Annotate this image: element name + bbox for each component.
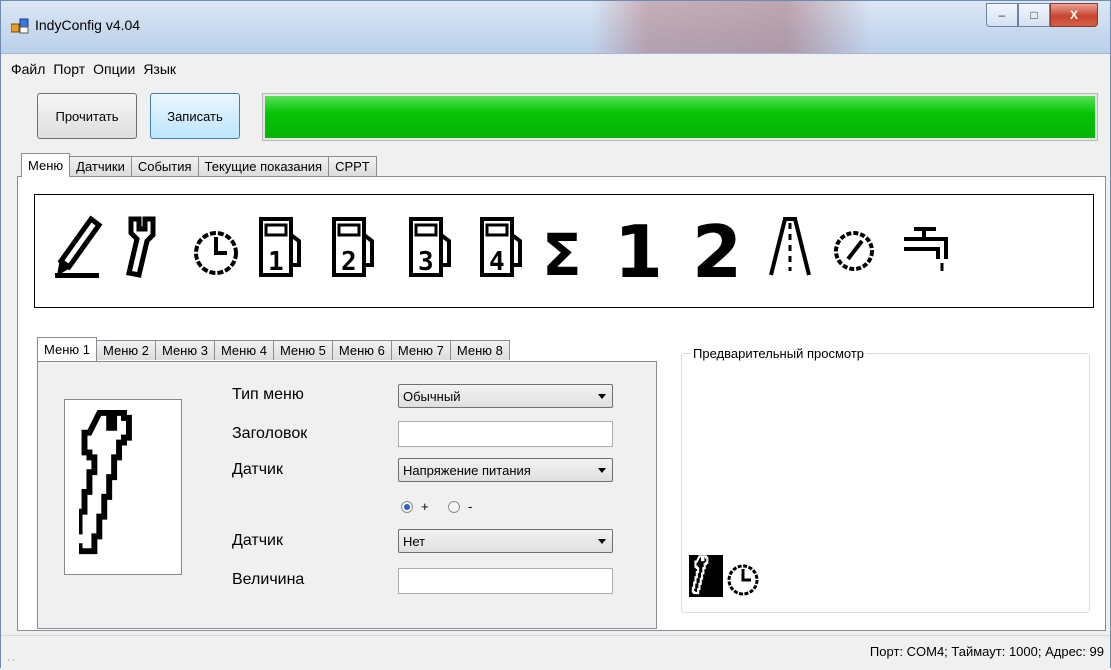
menu-icon-preview[interactable]: [64, 399, 182, 575]
resize-grip-icon[interactable]: ⠄⠄: [7, 654, 18, 663]
app-window: IndyConfig v4.04 ‒ □ X Файл Порт Опции Я…: [0, 0, 1111, 670]
svg-text:Σ: Σ: [542, 221, 582, 279]
tab-current-readings[interactable]: Текущие показания: [197, 156, 330, 176]
write-button[interactable]: Записать: [150, 93, 240, 139]
sign-plus-label: +: [421, 499, 429, 514]
menu-subtabs: Меню 1 Меню 2 Меню 3 Меню 4 Меню 5 Меню …: [37, 337, 510, 361]
status-bar: ⠄⠄ Порт: COM4; Таймаут: 1000; Адрес: 99: [1, 635, 1110, 670]
sensor-2-select[interactable]: Нет: [398, 529, 613, 553]
chevron-down-icon: [598, 539, 606, 544]
sensor-1-value: Напряжение питания: [403, 462, 531, 478]
sensor-2-label: Датчик: [232, 532, 283, 549]
menu-language[interactable]: Язык: [139, 61, 180, 77]
sensor-1-label: Датчик: [232, 461, 283, 478]
svg-text:4: 4: [489, 247, 505, 277]
clock-icon[interactable]: [191, 215, 241, 279]
sensor-1-select[interactable]: Напряжение питания: [398, 458, 613, 482]
menu-type-value: Обычный: [403, 388, 461, 404]
value-input[interactable]: [398, 568, 613, 594]
close-button[interactable]: X: [1050, 3, 1098, 27]
tab-menu-4[interactable]: Меню 4: [213, 340, 274, 360]
menu-bar: Файл Порт Опции Язык: [1, 56, 180, 82]
tab-menu-2[interactable]: Меню 2: [95, 340, 156, 360]
title-bar: IndyConfig v4.04 ‒ □ X: [1, 1, 1110, 54]
read-button[interactable]: Прочитать: [37, 93, 137, 139]
menu-type-select[interactable]: Обычный: [398, 384, 613, 408]
chevron-down-icon: [598, 394, 606, 399]
svg-text:1: 1: [268, 247, 284, 277]
icon-strip: 1 2 3 4 Σ 1 2: [34, 194, 1094, 308]
tab-sensors[interactable]: Датчики: [69, 156, 132, 176]
tab-menu-6[interactable]: Меню 6: [331, 340, 392, 360]
sigma-icon[interactable]: Σ: [540, 215, 584, 279]
maximize-button[interactable]: □: [1018, 3, 1050, 27]
svg-text:3: 3: [418, 247, 434, 277]
wrench-icon[interactable]: [125, 215, 169, 279]
title-label: Заголовок: [232, 425, 308, 442]
progress-bar: [262, 93, 1098, 141]
fuel-pump-1-icon[interactable]: 1: [257, 215, 305, 279]
svg-text:2: 2: [341, 247, 357, 277]
tab-menu-8[interactable]: Меню 8: [449, 340, 510, 360]
title-input[interactable]: [398, 421, 613, 447]
sign-minus-label: -: [468, 499, 473, 514]
fuel-pump-2-icon[interactable]: 2: [330, 215, 378, 279]
status-text: Порт: COM4; Таймаут: 1000; Адрес: 99: [869, 644, 1104, 659]
digit-1-icon[interactable]: 1: [610, 215, 658, 279]
window-title: IndyConfig v4.04: [35, 17, 141, 33]
tab-menu-7[interactable]: Меню 7: [390, 340, 451, 360]
fuel-pump-3-icon[interactable]: 3: [407, 215, 455, 279]
digit-2-icon[interactable]: 2: [690, 215, 750, 279]
app-icon: [11, 18, 29, 34]
menu-type-label: Тип меню: [232, 386, 304, 403]
svg-text:2: 2: [692, 215, 742, 279]
sign-plus-radio[interactable]: [401, 501, 413, 513]
fuel-pump-4-icon[interactable]: 4: [478, 215, 526, 279]
tab-menu[interactable]: Меню: [21, 153, 71, 177]
tab-events[interactable]: События: [130, 156, 199, 176]
menu-file[interactable]: Файл: [7, 61, 49, 77]
wrench-icon: [79, 409, 132, 555]
value-label: Величина: [232, 571, 305, 588]
menu-options[interactable]: Опции: [89, 61, 139, 77]
preview-title: Предварительный просмотр: [691, 346, 867, 361]
sensor-2-value: Нет: [403, 533, 426, 549]
tab-menu-1[interactable]: Меню 1: [37, 337, 97, 361]
faucet-icon[interactable]: [900, 215, 956, 279]
sign-minus-radio[interactable]: [448, 501, 460, 513]
tab-cppt[interactable]: CPPT: [328, 156, 377, 176]
road-icon[interactable]: [765, 215, 815, 279]
main-tabs: Меню Датчики События Текущие показания C…: [21, 153, 377, 177]
svg-text:1: 1: [614, 215, 658, 279]
chevron-down-icon: [598, 468, 606, 473]
tab-menu-3[interactable]: Меню 3: [154, 340, 215, 360]
minimize-button[interactable]: ‒: [986, 3, 1018, 27]
tab-menu-5[interactable]: Меню 5: [272, 340, 333, 360]
pen-icon[interactable]: [53, 215, 105, 279]
speedometer-icon[interactable]: [830, 215, 880, 279]
progress-fill: [265, 96, 1095, 138]
preview-selected-icon: [689, 555, 723, 597]
wrench-icon: [691, 555, 709, 595]
menu-port[interactable]: Порт: [49, 61, 89, 77]
clock-icon: [727, 564, 759, 596]
